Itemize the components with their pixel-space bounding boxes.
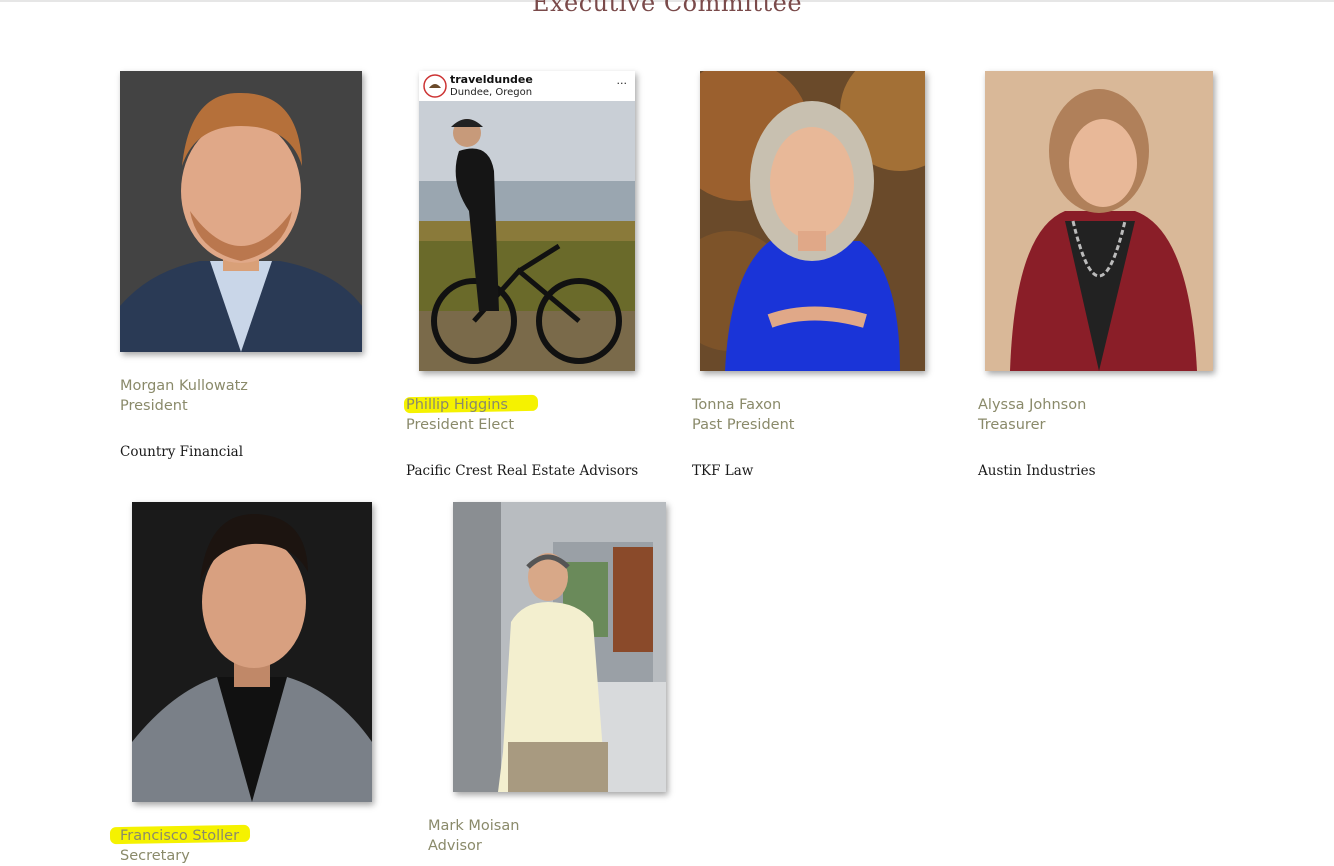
member-role: President <box>120 398 188 414</box>
member-role: Treasurer <box>978 417 1046 433</box>
account-avatar-icon <box>423 74 447 98</box>
member-name: Mark Moisan <box>428 818 520 834</box>
member-photo[interactable] <box>985 71 1213 371</box>
member-company: Country Financial <box>120 444 244 460</box>
member-role: Secretary <box>120 848 190 864</box>
member-photo[interactable] <box>132 502 372 802</box>
member-company: TKF Law <box>692 463 754 479</box>
member-role: Past President <box>692 417 795 433</box>
member-name: Phillip Higgins <box>406 397 508 413</box>
more-options-icon[interactable]: ··· <box>617 77 628 90</box>
member-company: Austin Industries <box>978 463 1096 479</box>
member-role: President Elect <box>406 417 515 433</box>
member-name: Francisco Stoller <box>120 828 240 844</box>
member-name: Morgan Kullowatz <box>120 378 248 394</box>
instagram-header: traveldundee Dundee, Oregon ··· <box>419 71 635 101</box>
member-photo[interactable] <box>453 502 666 792</box>
member-photo[interactable] <box>700 71 925 371</box>
member-name: Tonna Faxon <box>692 397 782 413</box>
member-role: Advisor <box>428 838 482 854</box>
member-company: Pacific Crest Real Estate Advisors <box>406 463 639 479</box>
instagram-location[interactable]: Dundee, Oregon <box>450 87 532 98</box>
member-name: Alyssa Johnson <box>978 397 1087 413</box>
page-title: Executive Committee <box>531 0 803 17</box>
member-photo[interactable]: traveldundee Dundee, Oregon ··· <box>419 71 635 371</box>
instagram-account[interactable]: traveldundee <box>450 73 533 86</box>
member-photo[interactable] <box>120 71 362 352</box>
